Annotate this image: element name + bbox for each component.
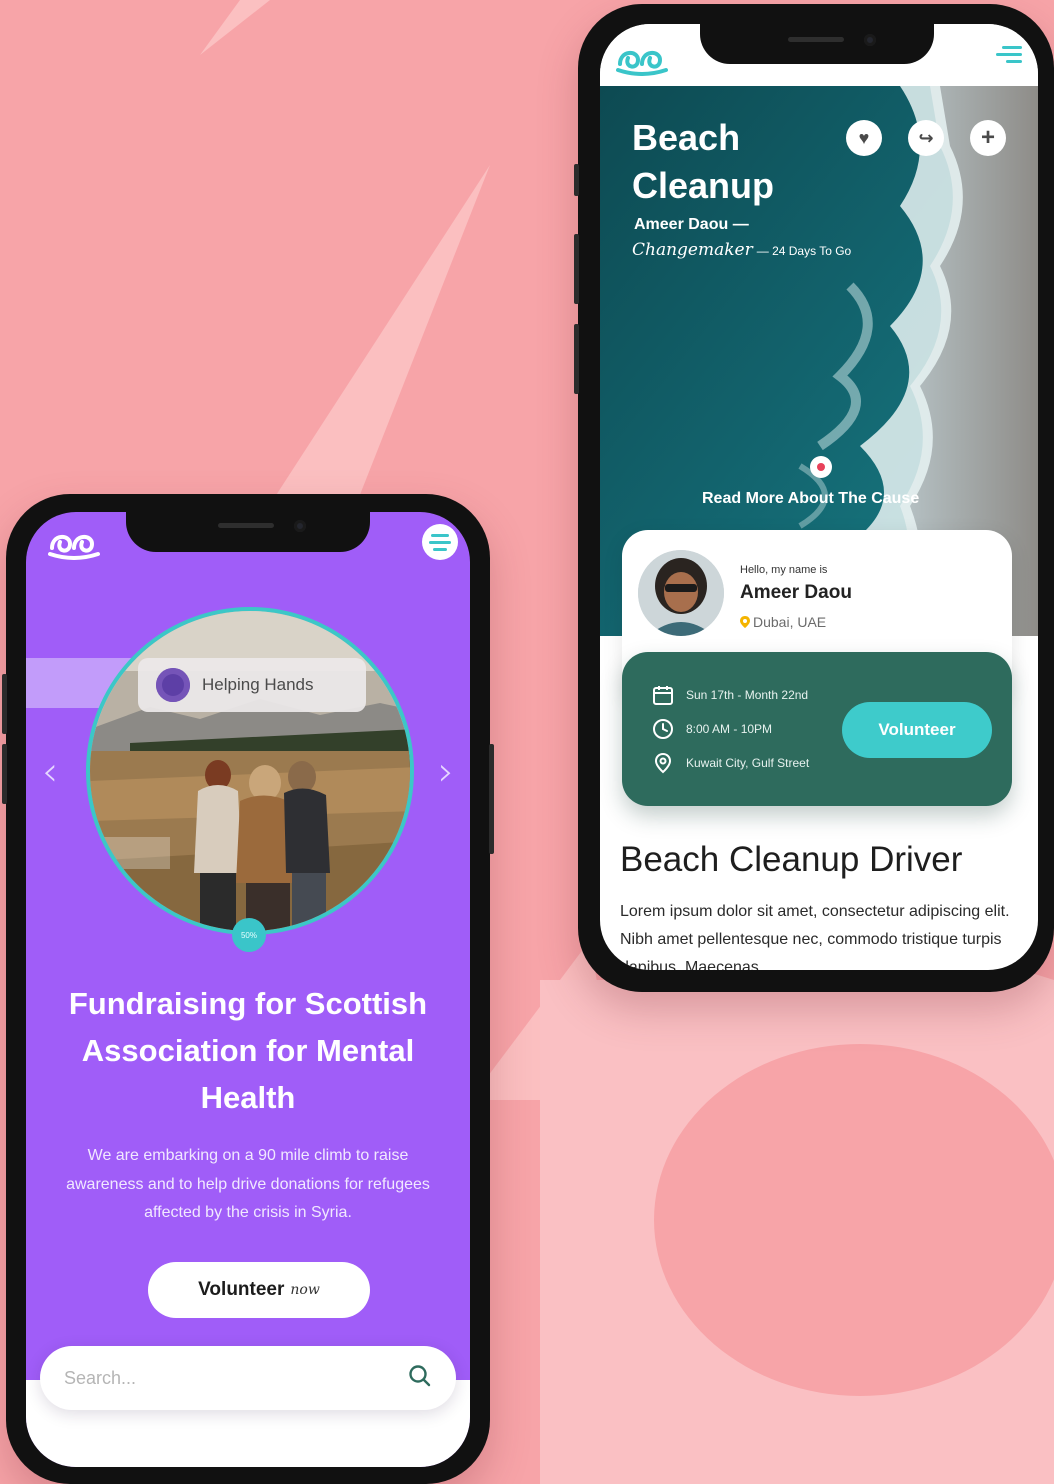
location-text: Dubai, UAE bbox=[753, 614, 827, 630]
author-role: Changemaker bbox=[632, 240, 753, 260]
cc-logo-icon[interactable] bbox=[616, 40, 668, 81]
fundraiser-description: We are embarking on a 90 mile climb to r… bbox=[66, 1147, 430, 1221]
profile-location: Dubai, UAE bbox=[740, 614, 826, 630]
event-place-row: Kuwait City, Gulf Street bbox=[652, 752, 809, 774]
volunteer-label: Volunteer bbox=[198, 1279, 285, 1300]
charity-name: Helping Hands bbox=[202, 675, 314, 694]
fundraiser-screen: Helping Hands 50% ‹ › Fundraising for Sc… bbox=[26, 512, 470, 1467]
event-date-row: Sun 17th - Month 22nd bbox=[652, 684, 808, 706]
event-date: Sun 17th - Month 22nd bbox=[686, 688, 809, 702]
cause-subtitle: Changemaker — 24 Days To Go bbox=[632, 240, 851, 260]
location-pin-icon bbox=[654, 752, 672, 774]
search-input[interactable] bbox=[64, 1367, 408, 1389]
calendar-icon bbox=[653, 686, 673, 705]
cause-body: Lorem ipsum dolor sit amet, consectetur … bbox=[620, 903, 1010, 970]
profile-greeting: Hello, my name is bbox=[740, 564, 828, 576]
search-icon[interactable] bbox=[408, 1364, 432, 1393]
progress-badge: 50% bbox=[232, 918, 266, 952]
phone-notch bbox=[126, 512, 370, 552]
fundraiser-title: Fundraising for Scottish Association for… bbox=[68, 986, 428, 1115]
event-place: Kuwait City, Gulf Street bbox=[686, 756, 810, 770]
cause-title-line: Beach bbox=[632, 117, 741, 158]
event-card: Sun 17th - Month 22nd 8:00 AM - 10PM Kuw… bbox=[622, 652, 1012, 806]
share-icon[interactable]: ↪ bbox=[908, 120, 944, 156]
plus-icon[interactable]: + bbox=[970, 120, 1006, 156]
heart-glyph: ♥ bbox=[858, 127, 870, 148]
chevron-right-icon[interactable]: › bbox=[438, 752, 454, 792]
clock-icon bbox=[653, 719, 673, 739]
cause-screen: Beach Cleanup Ameer Daou — Changemaker —… bbox=[600, 24, 1038, 970]
cc-logo-icon[interactable] bbox=[48, 524, 100, 565]
menu-icon[interactable] bbox=[422, 524, 458, 560]
share-glyph: ↪ bbox=[918, 127, 934, 148]
cause-countdown: — 24 Days To Go bbox=[756, 244, 852, 258]
phone-side-button bbox=[574, 324, 579, 394]
search-bar[interactable] bbox=[40, 1346, 456, 1410]
phone-side-button bbox=[2, 744, 7, 804]
menu-icon[interactable] bbox=[996, 46, 1022, 63]
cause-author: Ameer Daou — bbox=[634, 216, 749, 233]
charity-logo bbox=[156, 668, 190, 702]
volunteer-script: now bbox=[290, 1282, 320, 1298]
volunteer-button[interactable]: Volunteer bbox=[842, 702, 992, 758]
phone-side-button bbox=[574, 164, 579, 196]
profile-name: Ameer Daou bbox=[740, 582, 852, 603]
phone-notch bbox=[700, 24, 934, 64]
event-time: 8:00 AM - 10PM bbox=[686, 722, 773, 736]
fundraiser-phone: Helping Hands 50% ‹ › Fundraising for Sc… bbox=[2, 494, 494, 1484]
read-more-link[interactable]: Read More About The Cause bbox=[702, 490, 919, 508]
event-time-row: 8:00 AM - 10PM bbox=[652, 718, 772, 740]
phone-side-button bbox=[2, 674, 7, 734]
volunteer-now-button[interactable]: Volunteer now bbox=[148, 1262, 370, 1318]
avatar[interactable] bbox=[638, 550, 724, 636]
phone-side-button bbox=[574, 234, 579, 304]
charity-badge[interactable]: Helping Hands bbox=[138, 658, 366, 712]
heart-icon[interactable]: ♥ bbox=[846, 120, 882, 156]
chevron-left-icon[interactable]: ‹ bbox=[42, 752, 58, 792]
cause-heading: Beach Cleanup Driver bbox=[620, 840, 963, 879]
location-pin-icon bbox=[740, 616, 750, 628]
phone-side-button bbox=[489, 744, 494, 854]
fundraiser-photo bbox=[86, 607, 414, 935]
cause-phone: Beach Cleanup Ameer Daou — Changemaker —… bbox=[574, 4, 1054, 992]
cause-title-line: Cleanup bbox=[632, 165, 775, 206]
plus-glyph: + bbox=[980, 124, 995, 151]
read-more-dot-icon[interactable] bbox=[810, 456, 832, 478]
cause-title: Beach Cleanup bbox=[632, 114, 774, 210]
